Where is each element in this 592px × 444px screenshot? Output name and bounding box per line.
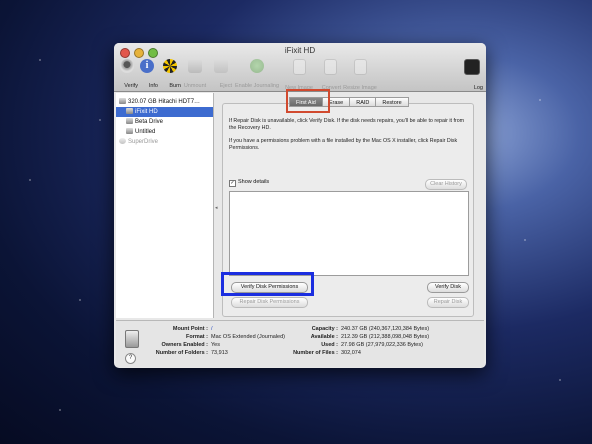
info-key: Number of Files : (293, 350, 338, 356)
new-image-icon (292, 59, 306, 75)
info-key: Available : (310, 334, 338, 340)
details-log-area[interactable] (229, 191, 469, 276)
verify-permissions-highlight-box (221, 272, 314, 296)
permissions-instructions: If you have a permissions problem with a… (229, 138, 458, 151)
window-title: iFixit HD (284, 46, 316, 55)
resize-image-button[interactable]: Resize Image (343, 57, 377, 94)
microscope-icon (120, 59, 134, 73)
info-key: Owners Enabled : (161, 342, 208, 348)
show-details-checkbox[interactable]: ✓ Show details (229, 179, 269, 187)
volume-icon (126, 118, 133, 124)
splitter-grip-icon: ◂ (215, 205, 218, 211)
burn-icon (163, 59, 177, 73)
info-key: Mount Point : (172, 326, 208, 332)
volume-icon (126, 108, 133, 114)
sidebar-splitter[interactable]: ◂ (214, 93, 220, 318)
eject-button[interactable]: Eject (210, 57, 232, 92)
info-key: Used : (321, 342, 338, 348)
log-button[interactable]: Log (461, 57, 483, 94)
eject-icon (214, 59, 228, 73)
info-value: Mac OS Extended (Journaled) (211, 334, 285, 340)
verify-button[interactable]: Verify (116, 57, 138, 92)
resize-image-icon (353, 59, 367, 75)
burn-button[interactable]: Burn (159, 57, 181, 92)
clear-history-button[interactable]: Clear History (425, 179, 467, 190)
sidebar-item-hitachi-drive[interactable]: 320.07 GB Hitachi HDT7… (116, 97, 213, 107)
info-button[interactable]: i Info (136, 57, 158, 92)
sidebar-item-beta-drive[interactable]: Beta Drive (116, 117, 213, 127)
sidebar-item-untitled[interactable]: Untitled (116, 127, 213, 137)
info-icon: i (140, 59, 154, 73)
sidebar-item-superdrive[interactable]: SuperDrive (116, 137, 213, 147)
repair-disk-button[interactable]: Repair Disk (427, 297, 469, 308)
info-value: 302,074 (341, 350, 361, 356)
tab-raid[interactable]: RAID (349, 97, 377, 107)
unmount-icon (188, 59, 202, 73)
journaling-icon (250, 59, 264, 73)
unmount-button[interactable]: Unmount (184, 57, 206, 92)
volume-icon (126, 128, 133, 134)
enable-journaling-button[interactable]: Enable Journaling (235, 57, 279, 92)
info-value: Yes (211, 342, 220, 348)
titlebar: iFixit HD Verify i Info Burn Unmount Ejec… (114, 43, 486, 92)
toolbar: Verify i Info Burn Unmount Eject Enable J… (116, 57, 484, 92)
volume-info-bar: ? Mount Point : / Format : Mac OS Extend… (116, 320, 484, 367)
log-icon (464, 59, 480, 75)
optical-drive-icon (119, 138, 126, 144)
first-aid-highlight-box (286, 89, 330, 113)
verify-disk-button[interactable]: Verify Disk (427, 282, 469, 293)
info-key: Number of Folders : (155, 350, 208, 356)
tab-restore[interactable]: Restore (375, 97, 409, 107)
info-value: 212.39 GB (212,388,098,048 Bytes) (341, 334, 430, 340)
help-button[interactable]: ? (125, 353, 136, 364)
info-value: 73,913 (211, 350, 228, 356)
convert-icon (323, 59, 337, 75)
hard-drive-icon (119, 98, 126, 104)
info-key: Format : (186, 334, 208, 340)
checkmark-icon: ✓ (229, 180, 236, 187)
disk-list-sidebar: 320.07 GB Hitachi HDT7… iFixit HD Beta D… (116, 93, 214, 318)
first-aid-instructions: If Repair Disk is unavailable, click Ver… (229, 118, 465, 131)
repair-disk-permissions-button[interactable]: Repair Disk Permissions (231, 297, 308, 308)
info-key: Capacity : (311, 326, 338, 332)
sidebar-item-ifixit-hd[interactable]: iFixit HD (116, 107, 213, 117)
info-value: 240.37 GB (240,367,120,384 Bytes) (341, 326, 430, 332)
hard-drive-icon (125, 330, 139, 348)
info-value: 27.98 GB (27,979,022,336 Bytes) (341, 342, 423, 348)
info-value: / (211, 326, 213, 332)
